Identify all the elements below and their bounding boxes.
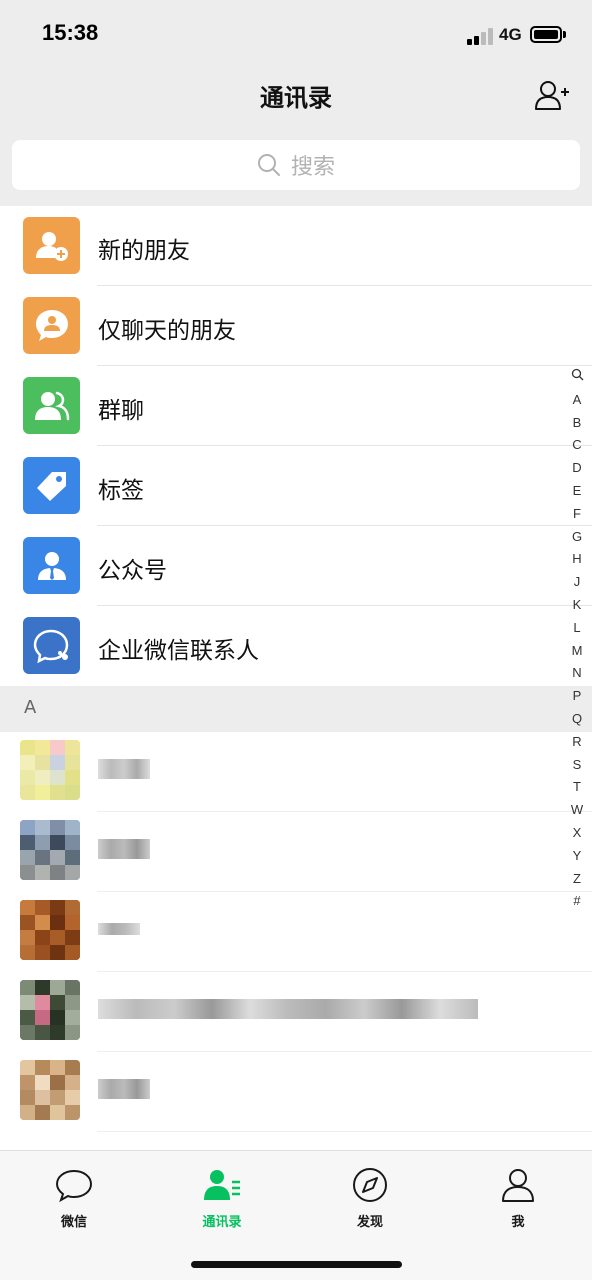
contact-name-blurred <box>98 998 478 1020</box>
header-area: 15:38 4G 通讯录 搜索 <box>0 0 592 206</box>
menu-item-chat-only-friends[interactable]: 仅聊天的朋友 <box>0 286 592 366</box>
me-icon <box>498 1165 538 1205</box>
chat-only-icon <box>23 297 80 354</box>
index-letter[interactable]: C <box>566 434 588 457</box>
contacts-function-list: 新的朋友 仅聊天的朋友 群聊 标签 公众号 企业微信联系人 <box>0 206 592 686</box>
section-letter: A <box>24 697 37 718</box>
menu-item-wecom-contacts[interactable]: 企业微信联系人 <box>0 606 592 686</box>
contact-row[interactable] <box>0 732 592 812</box>
tab-label: 我 <box>511 1215 525 1230</box>
battery-icon <box>530 26 562 43</box>
index-letter[interactable]: Z <box>566 868 588 891</box>
avatar <box>20 740 80 800</box>
search-input[interactable]: 搜索 <box>12 140 580 190</box>
index-letter[interactable]: L <box>566 617 588 640</box>
bottom-tab-bar: 微信 通讯录 发现 我 <box>0 1150 592 1280</box>
menu-item-label: 企业微信联系人 <box>98 638 259 664</box>
wecom-contacts-icon <box>23 617 80 674</box>
index-search-icon[interactable] <box>566 366 588 389</box>
discover-icon <box>350 1165 390 1205</box>
menu-item-group-chats[interactable]: 群聊 <box>0 366 592 446</box>
index-letter[interactable]: J <box>566 571 588 594</box>
menu-item-label: 新的朋友 <box>98 238 190 264</box>
contact-row[interactable] <box>0 812 592 892</box>
section-header-a: A <box>0 686 592 732</box>
tab-label: 通讯录 <box>202 1215 242 1230</box>
index-letter[interactable]: H <box>566 548 588 571</box>
chats-icon <box>54 1165 94 1205</box>
menu-item-official-accounts[interactable]: 公众号 <box>0 526 592 606</box>
alphabet-index[interactable]: A B C D E F G H J K L M N P Q R S T W X … <box>566 366 588 913</box>
contacts-icon <box>202 1165 242 1205</box>
index-letter[interactable]: A <box>566 389 588 412</box>
contact-list <box>0 732 592 1132</box>
index-letter[interactable]: X <box>566 822 588 845</box>
contact-row[interactable] <box>0 892 592 972</box>
index-letter[interactable]: E <box>566 480 588 503</box>
tab-label: 微信 <box>60 1215 87 1230</box>
tag-icon <box>23 457 80 514</box>
index-letter[interactable]: B <box>566 412 588 435</box>
status-bar: 15:38 4G <box>0 0 592 70</box>
avatar <box>20 1060 80 1120</box>
menu-item-label: 仅聊天的朋友 <box>98 318 236 344</box>
tab-contacts[interactable]: 通讯录 <box>162 1165 282 1235</box>
contact-row[interactable] <box>0 1052 592 1132</box>
index-letter[interactable]: N <box>566 662 588 685</box>
group-chat-icon <box>23 377 80 434</box>
status-time: 15:38 <box>42 20 99 45</box>
home-indicator[interactable] <box>191 1261 402 1268</box>
search-icon <box>257 154 280 176</box>
index-letter[interactable]: G <box>566 526 588 549</box>
signal-icon <box>467 27 495 45</box>
new-friend-icon <box>23 217 80 274</box>
contact-name-blurred <box>98 1078 150 1100</box>
menu-item-label: 群聊 <box>98 398 144 424</box>
index-letter[interactable]: P <box>566 685 588 708</box>
search-placeholder: 搜索 <box>290 155 335 180</box>
menu-item-tags[interactable]: 标签 <box>0 446 592 526</box>
tab-discover[interactable]: 发现 <box>310 1165 430 1235</box>
tab-me[interactable]: 我 <box>458 1165 578 1235</box>
network-type: 4G <box>499 25 522 44</box>
contact-name-blurred <box>98 918 140 940</box>
index-letter[interactable]: T <box>566 776 588 799</box>
avatar <box>20 980 80 1040</box>
add-contact-button[interactable] <box>534 78 570 112</box>
page-title: 通讯录 <box>260 84 332 112</box>
index-letter[interactable]: M <box>566 640 588 663</box>
tab-chats[interactable]: 微信 <box>14 1165 134 1235</box>
index-letter[interactable]: K <box>566 594 588 617</box>
official-account-icon <box>23 537 80 594</box>
index-letter[interactable]: D <box>566 457 588 480</box>
index-letter[interactable]: F <box>566 503 588 526</box>
index-letter[interactable]: Q <box>566 708 588 731</box>
avatar <box>20 900 80 960</box>
contact-row[interactable] <box>0 972 592 1052</box>
add-contact-icon <box>535 81 569 110</box>
menu-item-label: 公众号 <box>98 558 167 584</box>
menu-item-label: 标签 <box>98 478 144 504</box>
index-letter[interactable]: R <box>566 731 588 754</box>
tab-label: 发现 <box>356 1215 383 1230</box>
index-letter[interactable]: Y <box>566 845 588 868</box>
contact-name-blurred <box>98 838 150 860</box>
contact-name-blurred <box>98 758 150 780</box>
avatar <box>20 820 80 880</box>
index-letter[interactable]: W <box>566 799 588 822</box>
index-letter[interactable]: # <box>566 890 588 913</box>
index-letter[interactable]: S <box>566 754 588 777</box>
menu-item-new-friends[interactable]: 新的朋友 <box>0 206 592 286</box>
